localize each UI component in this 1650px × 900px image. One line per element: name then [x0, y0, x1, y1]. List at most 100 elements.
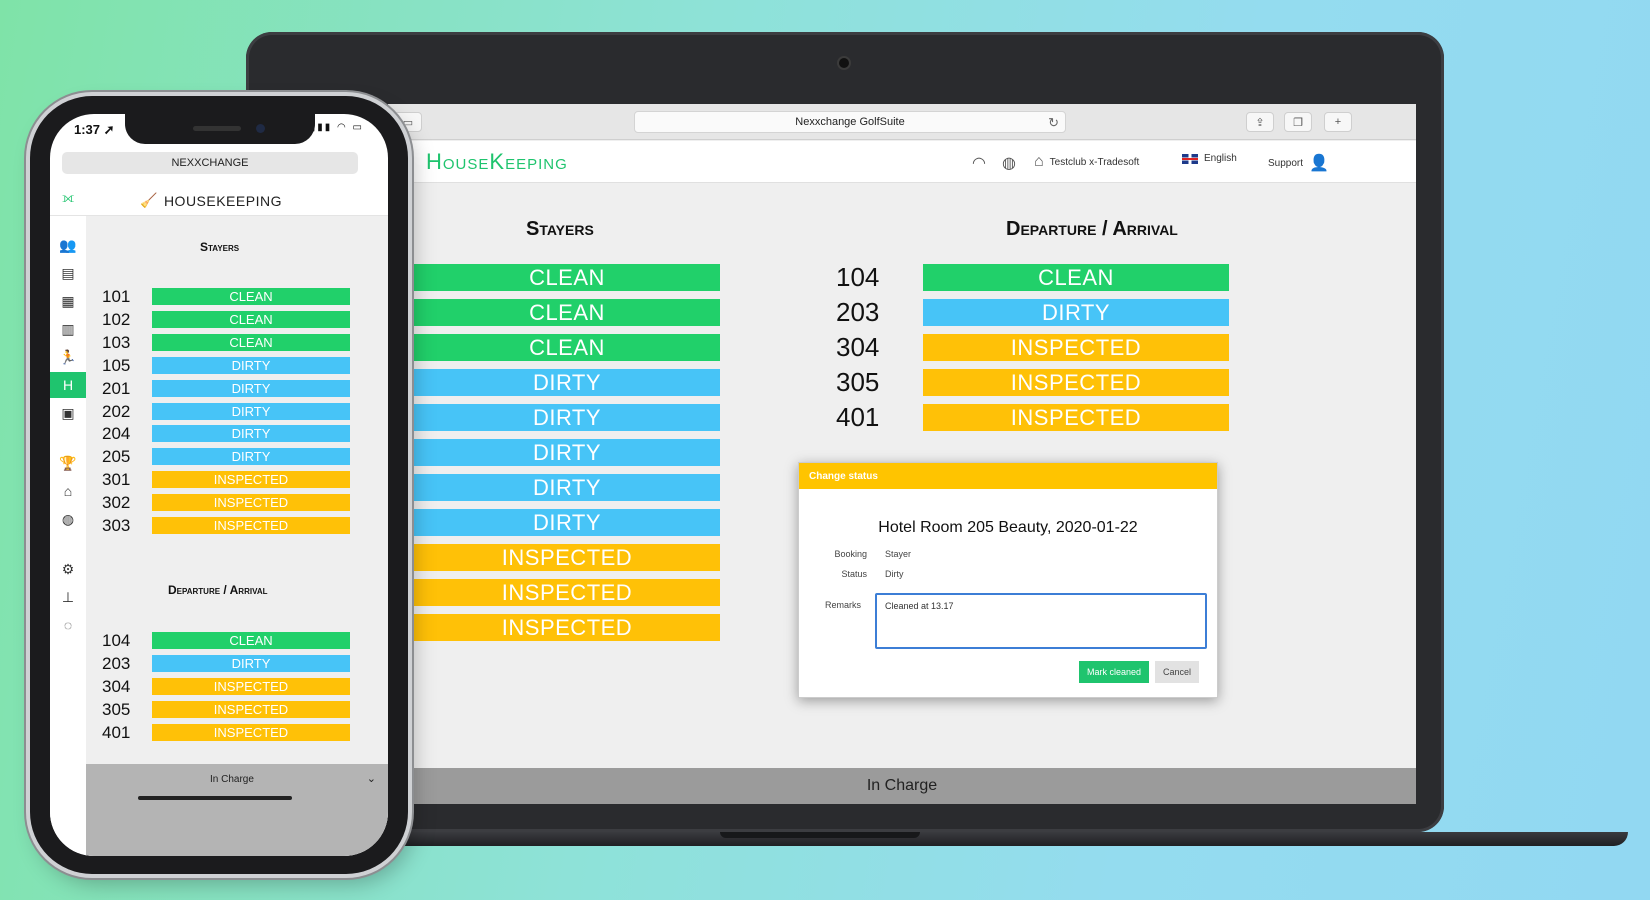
app-title: HouseKeeping — [426, 149, 568, 174]
wifi-icon: ◠ — [972, 155, 986, 172]
phone-sidebar: 👥 ▤ ▦ ▥ 🏃 H ▣ 🏆 ⌂ ◍ ⚙ ⊥ ◌ — [50, 216, 86, 856]
browser-toolbar: ▭ Nexxchange GolfSuite ↻ ⇪ ❐ + — [388, 104, 1416, 140]
cancel-button[interactable]: Cancel — [1155, 661, 1199, 683]
room-number: 303 — [102, 516, 131, 535]
brand-logo-icon[interactable]: ⟗ — [62, 189, 74, 206]
room-status-bar[interactable]: CLEAN — [414, 264, 720, 291]
room-number: 203 — [836, 297, 880, 327]
reload-icon[interactable]: ↻ — [1048, 115, 1059, 131]
phone-in-charge-label: In Charge — [210, 774, 254, 785]
trophy-icon[interactable]: 🏆 — [50, 450, 86, 476]
room-status-bar[interactable]: INSPECTED — [152, 517, 350, 534]
hotel-icon[interactable]: H — [50, 372, 86, 398]
room-status-bar[interactable]: INSPECTED — [923, 404, 1229, 431]
room-status-bar[interactable]: DIRTY — [414, 404, 720, 431]
room-status-bar[interactable]: DIRTY — [152, 655, 350, 672]
room-number: 105 — [102, 355, 131, 375]
room-status-bar[interactable]: INSPECTED — [923, 334, 1229, 361]
cash-register-icon[interactable]: ▦ — [50, 288, 86, 314]
language-selector[interactable]: English — [1182, 153, 1237, 164]
room-status-bar[interactable]: DIRTY — [152, 402, 350, 420]
room-status-bar[interactable]: DIRTY — [152, 379, 350, 397]
address-bar-text: Nexxchange GolfSuite — [795, 116, 905, 128]
room-status-bar[interactable]: CLEAN — [152, 333, 350, 351]
room-number: 102 — [102, 309, 131, 329]
chat-icon[interactable]: ◌ — [50, 612, 86, 638]
room-status-bar[interactable]: INSPECTED — [152, 678, 350, 695]
room-status-bar[interactable]: DIRTY — [152, 356, 350, 374]
room-number: 201 — [102, 378, 131, 398]
remarks-textarea[interactable]: Cleaned at 13.17 — [875, 593, 1207, 649]
room-status-bar[interactable]: DIRTY — [152, 425, 350, 443]
tabs-icon[interactable]: ❐ — [1284, 112, 1312, 132]
new-tab-icon[interactable]: + — [1324, 112, 1352, 132]
phone-stayers-title: Stayers — [200, 240, 240, 254]
room-status-bar[interactable]: CLEAN — [414, 299, 720, 326]
settings-icon[interactable]: ⚙ — [50, 556, 86, 582]
room-status-bar[interactable]: CLEAN — [414, 334, 720, 361]
room-number: 301 — [102, 470, 131, 490]
laptop-base-notch — [720, 832, 920, 838]
room-number: 202 — [102, 401, 131, 421]
user-icon: 👤 — [1309, 155, 1329, 172]
barcode-icon[interactable]: ▥ — [50, 316, 86, 342]
document-icon[interactable]: ▤ — [50, 260, 86, 286]
mark-cleaned-button[interactable]: Mark cleaned — [1079, 661, 1149, 683]
org-chart-icon[interactable]: ⊥ — [50, 584, 86, 610]
address-bar[interactable]: Nexxchange GolfSuite ↻ — [634, 111, 1066, 133]
room-number: 103 — [102, 332, 131, 352]
room-status-bar[interactable]: DIRTY — [923, 299, 1229, 326]
home-icon[interactable]: ⌂ — [50, 478, 86, 504]
share-icon[interactable]: ⇪ — [1246, 112, 1274, 132]
support-link[interactable]: Support 👤 — [1268, 153, 1329, 173]
room-number: 302 — [102, 493, 131, 513]
phone-screen: 1:37 ➚ ▮▮▮ ◠ ▭ NEXXCHANGE ⟗ 🧹 HOUSEKEEPI… — [50, 114, 388, 856]
front-camera-icon — [256, 124, 265, 133]
room-status-bar[interactable]: INSPECTED — [923, 369, 1229, 396]
room-number: 401 — [102, 723, 131, 742]
change-status-dialog: Change status Hotel Room 205 Beauty, 202… — [798, 462, 1218, 698]
room-status-bar[interactable]: DIRTY — [414, 369, 720, 396]
room-status-bar[interactable]: DIRTY — [414, 474, 720, 501]
room-status-bar[interactable]: CLEAN — [152, 310, 350, 328]
room-status-bar[interactable]: CLEAN — [152, 632, 350, 649]
club-selector[interactable]: ⌂ Testclub x-Tradesoft — [1034, 153, 1139, 171]
chevron-down-icon[interactable]: ⌄ — [367, 772, 376, 785]
status-value: Dirty — [885, 569, 904, 579]
phone-status-icons: ▮▮▮ ◠ ▭ — [309, 122, 364, 133]
in-charge-bar[interactable]: In Charge — [388, 768, 1416, 804]
room-status-bar[interactable]: DIRTY — [414, 509, 720, 536]
room-status-bar[interactable]: INSPECTED — [152, 494, 350, 512]
room-status-bar[interactable]: INSPECTED — [152, 724, 350, 741]
room-status-bar[interactable]: CLEAN — [923, 264, 1229, 291]
room-status-bar[interactable]: DIRTY — [414, 439, 720, 466]
home-indicator — [138, 796, 292, 800]
dialog-title: Hotel Room 205 Beauty, 2020-01-22 — [878, 519, 1138, 536]
phone-address-bar[interactable]: NEXXCHANGE — [62, 152, 358, 174]
phone-main: Stayers 101 CLEAN 102 CLEAN 103 CLEAN 105 DIRTY… — [86, 216, 388, 856]
laptop-base — [260, 832, 1628, 846]
phone-notch — [125, 114, 315, 144]
phone-in-charge-bar[interactable]: In Charge ⌄ — [86, 764, 388, 856]
room-number: 305 — [102, 700, 131, 719]
dialog-header: Change status — [799, 463, 1217, 489]
in-charge-label: In Charge — [866, 777, 938, 794]
globe-icon[interactable]: ◍ — [50, 506, 86, 532]
club-name: Testclub x-Tradesoft — [1049, 156, 1140, 168]
phone-time: 1:37 ➚ — [74, 122, 115, 137]
globe-icon[interactable]: ◍ — [1002, 153, 1016, 173]
room-number: 204 — [102, 424, 131, 444]
room-status-bar[interactable]: INSPECTED — [414, 579, 720, 606]
room-status-bar[interactable]: INSPECTED — [414, 614, 720, 641]
home-icon: ⌂ — [1034, 153, 1044, 170]
room-status-bar[interactable]: INSPECTED — [414, 544, 720, 571]
users-icon[interactable]: 👥 — [50, 232, 86, 258]
room-status-bar[interactable]: DIRTY — [152, 448, 350, 466]
room-status-bar[interactable]: CLEAN — [152, 288, 350, 305]
room-status-bar[interactable]: INSPECTED — [152, 701, 350, 718]
room-status-bar[interactable]: INSPECTED — [152, 471, 350, 489]
runner-icon[interactable]: 🏃 — [50, 344, 86, 370]
phone-app-title: 🧹 HOUSEKEEPING — [140, 192, 282, 209]
calendar-icon[interactable]: ▣ — [50, 400, 86, 426]
phone-app-header: ⟗ 🧹 HOUSEKEEPING — [50, 184, 388, 216]
